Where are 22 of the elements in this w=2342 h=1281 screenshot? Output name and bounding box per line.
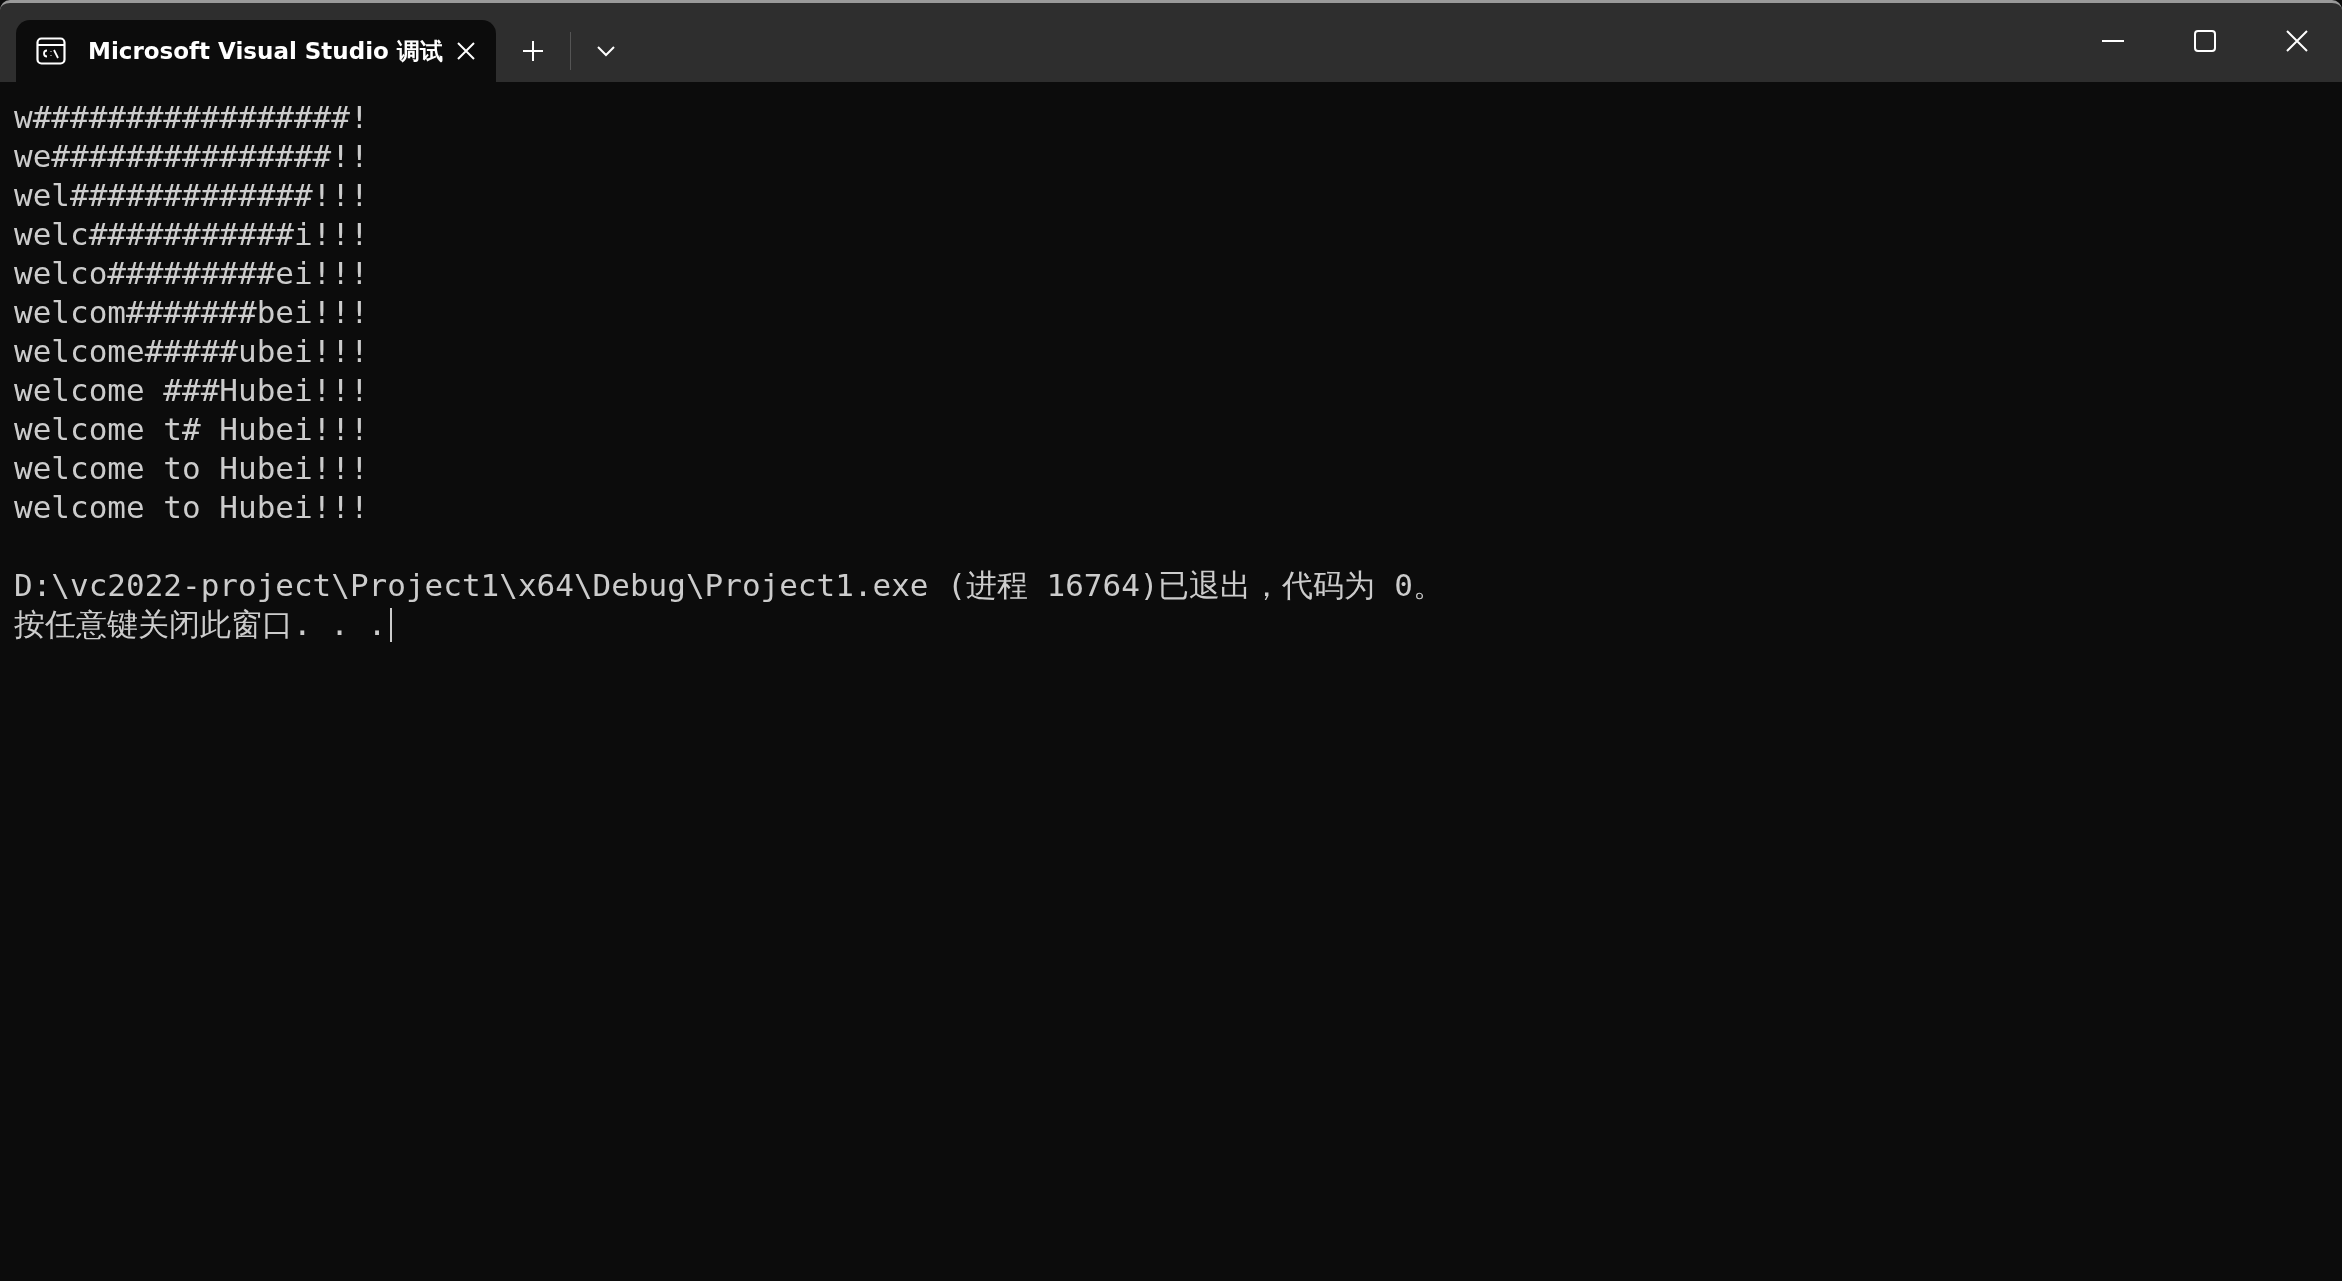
console-line: welco#########ei!!!: [14, 254, 370, 293]
new-tab-icon[interactable]: [522, 40, 544, 62]
console-line: welcome t# Hubei!!!: [14, 410, 370, 449]
terminal-tab[interactable]: Microsoft Visual Studio 调试: [16, 20, 496, 82]
console-line: we###############!!: [14, 137, 370, 176]
console-line: w#################!: [14, 98, 370, 137]
text-cursor: [390, 607, 393, 642]
console-line: D:\vc2022-project\Project1\x64\Debug\Project1.exe (进程 16764)已退出，代码为 0。: [14, 566, 1445, 605]
console-icon: [36, 37, 66, 65]
maximize-icon[interactable]: [2194, 30, 2216, 52]
console-line: welcome to Hubei!!!: [14, 449, 370, 488]
dropdown-caret-icon[interactable]: [597, 45, 615, 57]
console-line: welcom#######bei!!!: [14, 293, 370, 332]
console-line: wel#############!!!: [14, 176, 370, 215]
console-line: 按任意键关闭此窗口. . .: [14, 605, 387, 644]
console-line: welcome#####ubei!!!: [14, 332, 370, 371]
console-line: welcome to Hubei!!!: [14, 488, 370, 527]
console-line: welcome ###Hubei!!!: [14, 371, 370, 410]
console-line: welc###########i!!!: [14, 215, 370, 254]
close-icon[interactable]: [2286, 30, 2308, 52]
close-tab-icon[interactable]: [456, 41, 476, 61]
minimize-icon[interactable]: [2102, 39, 2124, 43]
